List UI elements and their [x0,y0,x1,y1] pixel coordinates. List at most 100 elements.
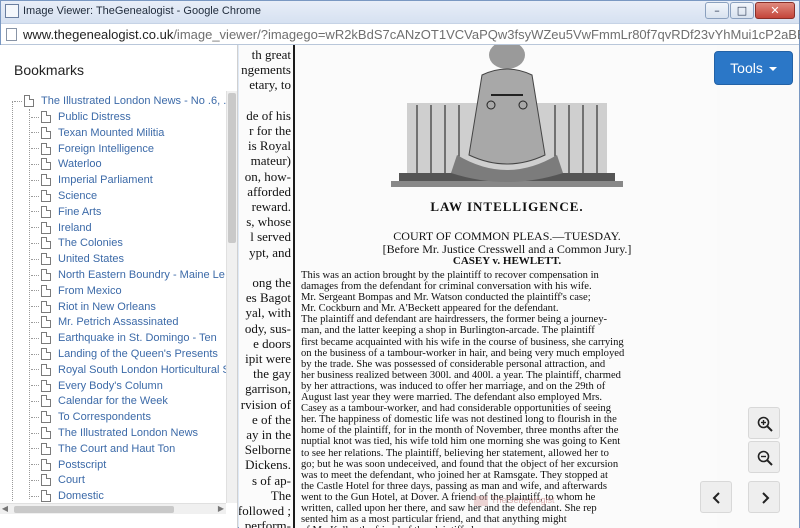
bookmark-item[interactable]: Fine Arts [31,204,101,220]
bookmark-item[interactable]: The Illustrated London News [31,425,198,441]
maximize-button[interactable]: □ [730,2,754,19]
tree-connector [31,321,39,323]
bookmark-item[interactable]: The Court and Haut Ton [31,441,175,457]
tree-connector [31,242,39,244]
bookmark-item-label: Imperial Parliament [58,174,153,187]
image-viewer[interactable]: th great ngements etary, to de of his r for … [239,45,799,528]
column-text-line: de of his [246,107,291,123]
document-icon [41,348,51,360]
bookmark-item[interactable]: Calendar for the Week [31,393,168,409]
bookmark-item[interactable]: Riot in New Orleans [31,299,156,315]
bookmark-item[interactable]: Science [31,188,97,204]
bookmark-item[interactable]: Court [31,472,85,488]
bookmark-root[interactable]: The Illustrated London News - No .6, ... [14,93,226,109]
document-icon [41,253,51,266]
bookmark-item-label: Fine Arts [58,205,102,218]
scrollbar-thumb[interactable] [228,93,236,243]
article-headline: LAW INTELLIGENCE. [430,199,584,214]
column-text-line: afforded [247,183,291,199]
minimize-button[interactable]: – [705,2,729,19]
bookmark-item[interactable]: Foreign Intelligence [31,141,154,157]
bookmark-item[interactable]: Public Distress [31,109,131,125]
tree-guide-line [12,101,13,501]
scroll-left-arrow-icon[interactable]: ◀ [0,504,10,514]
tree-connector [31,495,39,497]
bookmark-item[interactable]: Landing of the Queen's Presents [31,346,218,362]
column-text-line: reward. [251,199,291,214]
document-icon [41,269,51,281]
column-text-line: e doors [253,335,291,351]
article-text-line: Mr. Cockburn and Mr. A'Beckett appeared … [301,303,559,315]
document-icon [41,142,51,155]
bookmark-item[interactable]: Every Body's Column [31,378,163,394]
column-text-line: etary, to [249,77,291,93]
tree-guide-line [29,109,30,499]
column-text-line: th great [251,47,291,62]
tree-connector [31,258,39,260]
bookmark-item[interactable]: Royal South London Horticultural S [31,362,226,378]
address-bar[interactable]: www.thegenealogist.co.uk/image_viewer/?i… [1,23,800,45]
bookmarks-horizontal-scrollbar[interactable]: ◀ ▶ [0,503,226,514]
zoom-in-icon [757,416,773,432]
tools-button[interactable]: Tools [714,51,793,85]
column-text-line: ngements [241,62,291,78]
bookmarks-tree: The Illustrated London News - No .6, ...… [0,93,226,503]
bookmark-item[interactable]: Waterloo [31,156,102,172]
bookmark-item-label: Calendar for the Week [58,395,168,408]
zoom-in-button[interactable] [748,407,780,439]
tree-connector [31,163,39,165]
article-text-line: The plaintiff and defendant are hairdres… [301,314,608,326]
scrollbar-thumb[interactable] [14,506,174,513]
column-text-line: ipit were [245,351,291,366]
article-text-line: by the trade. She was possessed of consi… [301,358,606,370]
tree-connector [31,227,39,229]
bookmark-item[interactable]: Postscript [31,457,106,473]
bookmark-item[interactable]: The Colonies [31,235,123,251]
column-text-line: ody, sus- [244,320,291,336]
column-text-line: ong the [252,275,291,290]
next-page-button[interactable] [748,481,780,513]
tree-connector [31,211,39,213]
bookmarks-vertical-scrollbar[interactable] [226,91,237,503]
bookmark-item[interactable]: United States [31,251,124,267]
document-icon [24,95,34,107]
previous-page-button[interactable] [700,481,732,513]
bookmark-item[interactable]: To Correspondents [31,409,151,425]
bookmark-item[interactable]: From Mexico [31,283,122,299]
bookmark-item-label: Earthquake in St. Domingo - Ten [58,332,217,345]
tree-connector [31,132,39,134]
page-icon [6,28,17,41]
document-icon [41,442,51,455]
column-text-line: mateur) [250,153,291,169]
article-text-line: Mr. Sergeant Bompas and Mr. Watson condu… [301,292,591,304]
chevron-left-icon [712,492,720,504]
close-button[interactable]: ✕ [755,2,795,19]
bookmark-item[interactable]: Imperial Parliament [31,172,153,188]
bookmark-item[interactable]: North Eastern Boundry - Maine Le [31,267,225,283]
url-text[interactable]: www.thegenealogist.co.uk/image_viewer/?i… [23,27,800,42]
bookmark-item-label: To Correspondents [58,411,151,424]
column-text-line: ypt, and [249,244,291,260]
zoom-out-button[interactable] [748,441,780,473]
bookmark-item[interactable]: Mr. Petrich Assassinated [31,314,178,330]
bookmark-item-label: The Illustrated London News [58,427,199,439]
bookmark-item-label: Landing of the Queen's Presents [58,348,218,360]
bookmark-item-label: From Mexico [58,284,122,297]
document-icon [41,332,51,345]
tree-connector [31,195,39,197]
article-text-line: August last year they were married. The … [301,392,603,404]
bookmark-item[interactable]: Texan Mounted Militia [31,125,164,141]
tree-connector [31,274,39,276]
bookmark-item-label: Texan Mounted Militia [58,126,165,139]
bookmark-item[interactable]: Ireland [31,220,92,236]
column-text-line: yal, with [245,305,292,321]
bookmark-item-label: North Eastern Boundry - Maine Le [58,269,225,281]
article-text-line: damages from the defendant for criminal … [301,281,592,293]
tree-connector [31,479,39,481]
bookmark-item-label: Foreign Intelligence [58,142,155,155]
bookmark-item[interactable]: Domestic [31,488,104,503]
article-text-line: her business realized between 300l. and … [301,369,621,381]
bookmark-item[interactable]: Earthquake in St. Domingo - Ten [31,330,217,346]
scroll-right-arrow-icon[interactable]: ▶ [216,504,226,514]
column-text-line: s of ap- [252,472,291,488]
